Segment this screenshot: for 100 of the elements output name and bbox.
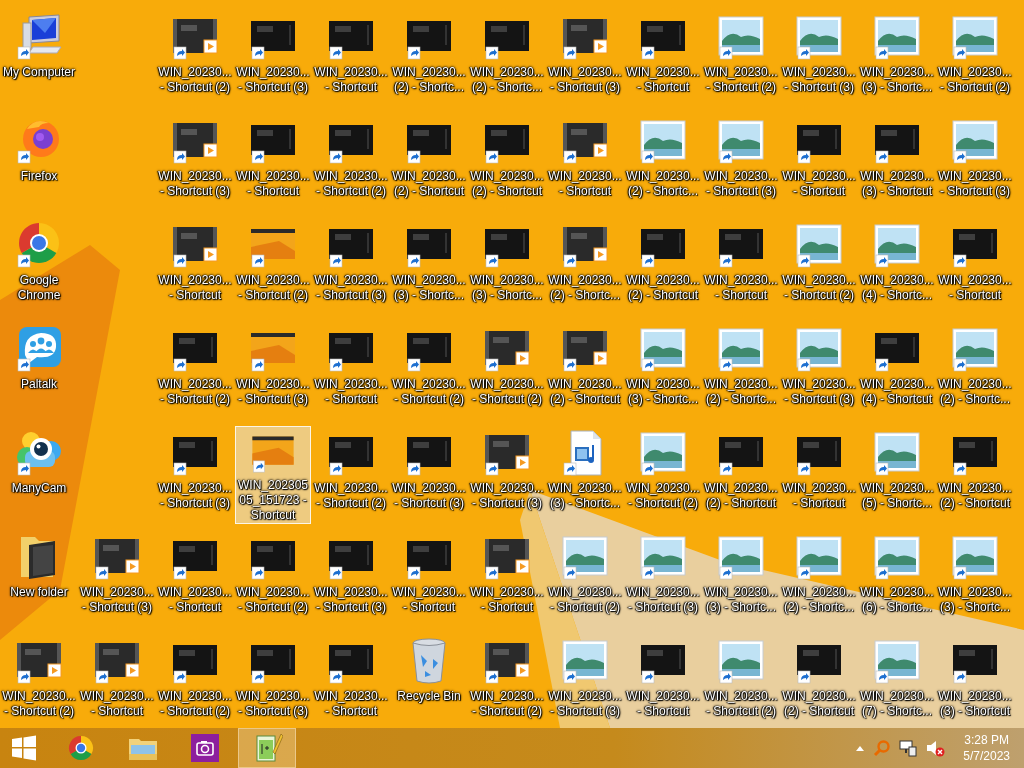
clock-time[interactable]: 3:28 PM [964,732,1009,748]
desktop-item[interactable]: WIN_20230... - Shortcut (2) [157,322,233,420]
desktop-item[interactable]: WIN_20230... (2) - Shortcut [937,426,1013,524]
desktop-item[interactable]: Google Chrome [1,218,77,316]
desktop-item[interactable]: WIN_20230... - Shortcut (3) [313,218,389,316]
desktop-item[interactable]: Firefox [1,114,77,212]
desktop-item[interactable]: WIN_20230... - Shortcut [625,634,701,728]
desktop-item[interactable]: WIN_20230... (2) - Shortcut [625,218,701,316]
desktop-item[interactable]: WIN_20230... - Shortcut [313,322,389,420]
icon-label: WIN_20230... - Shortcut [704,273,778,303]
desktop-item[interactable]: WIN_20230... - Shortcut (3) [235,634,311,728]
desktop-item[interactable]: WIN_20230... - Shortcut (3) [313,530,389,628]
desktop-item[interactable]: WIN_20230... - Shortcut (2) [391,322,467,420]
desktop-item[interactable]: WIN_20230... - Shortcut (3) [79,530,155,628]
desktop-item[interactable]: WIN_20230505_151723 - Shortcut [235,426,311,524]
desktop-item[interactable]: WIN_20230... - Shortcut (3) [703,114,779,212]
desktop-item[interactable]: WIN_20230... - Shortcut [157,530,233,628]
desktop-item[interactable]: WIN_20230... (2) - Shortcut [391,114,467,212]
desktop-item[interactable]: WIN_20230... (2) - Shortc... [781,530,857,628]
desktop-item[interactable]: WIN_20230... - Shortcut (2) [703,634,779,728]
desktop-item[interactable]: WIN_20230... - Shortcut [937,218,1013,316]
desktop-item[interactable]: WIN_20230... - Shortcut [157,218,233,316]
desktop-item[interactable]: WIN_20230... - Shortcut (2) [1,634,77,728]
desktop-item[interactable]: WIN_20230... (3) - Shortc... [859,10,935,108]
desktop-item[interactable]: WIN_20230... - Shortcut (3) [469,426,545,524]
desktop-item[interactable]: WIN_20230... - Shortcut (2) [313,114,389,212]
desktop-item[interactable]: WIN_20230... - Shortcut (3) [625,530,701,628]
desktop-item[interactable]: Recycle Bin [391,634,467,728]
desktop-item[interactable]: WIN_20230... (3) - Shortc... [937,530,1013,628]
desktop-item[interactable]: WIN_20230... - Shortcut [313,10,389,108]
desktop-item[interactable]: WIN_20230... - Shortcut (3) [547,10,623,108]
desktop-item[interactable]: WIN_20230... - Shortcut (3) [157,426,233,524]
desktop-item[interactable]: WIN_20230... - Shortcut (3) [781,322,857,420]
desktop-item[interactable]: WIN_20230... - Shortcut [469,530,545,628]
desktop-item[interactable]: WIN_20230... - Shortcut (2) [313,426,389,524]
desktop-item[interactable]: WIN_20230... (2) - Shortc... [703,322,779,420]
desktop-item[interactable]: WIN_20230... - Shortcut (3) [157,114,233,212]
desktop-item[interactable]: WIN_20230... (4) - Shortc... [859,218,935,316]
desktop-item[interactable]: Paltalk [1,322,77,420]
desktop-item[interactable]: WIN_20230... - Shortcut [313,634,389,728]
desktop-item[interactable]: WIN_20230... (7) - Shortc... [859,634,935,728]
desktop-item[interactable]: ManyCam [1,426,77,524]
icon-label: WIN_20230... - Shortcut (2) [392,377,466,407]
desktop-item[interactable]: WIN_20230... (3) - Shortc... [469,218,545,316]
desktop-item[interactable]: WIN_20230... (3) - Shortcut [937,634,1013,728]
show-hidden-icons-caret-icon[interactable] [855,744,866,752]
desktop-item[interactable]: WIN_20230... - Shortcut (3) [235,10,311,108]
desktop-item[interactable]: WIN_20230... (3) - Shortc... [547,426,623,524]
icon-label: WIN_20230... (2) - Shortc... [782,585,856,615]
desktop-item[interactable]: WIN_20230... (4) - Shortcut [859,322,935,420]
desktop-item[interactable]: WIN_20230... - Shortcut (3) [235,322,311,420]
desktop-item[interactable]: WIN_20230... - Shortcut [235,114,311,212]
desktop-item[interactable]: WIN_20230... (2) - Shortc... [547,218,623,316]
desktop-item[interactable]: WIN_20230... (3) - Shortc... [625,322,701,420]
desktop-item[interactable]: WIN_20230... (2) - Shortcut [703,426,779,524]
desktop-item[interactable]: WIN_20230... (2) - Shortc... [937,322,1013,420]
icon-label: WIN_20230... (2) - Shortc... [626,169,700,199]
desktop-item[interactable]: WIN_20230... - Shortcut [625,10,701,108]
desktop-item[interactable]: WIN_20230... (6) - Shortc... [859,530,935,628]
desktop-item[interactable]: WIN_20230... - Shortcut [703,218,779,316]
icon-label: WIN_20230... - Shortcut [392,585,466,615]
desktop-item[interactable]: WIN_20230... (2) - Shortc... [625,114,701,212]
desktop-item[interactable]: WIN_20230... - Shortcut (2) [157,634,233,728]
icon-label: WIN_20230... - Shortcut (2) [158,689,232,719]
muted-speaker-icon[interactable] [925,739,946,757]
desktop-item[interactable]: WIN_20230... - Shortcut (2) [469,634,545,728]
desktop-item[interactable]: WIN_20230... - Shortcut [79,634,155,728]
desktop-item[interactable]: WIN_20230... - Shortcut [391,530,467,628]
network-icon[interactable] [899,739,918,757]
desktop-item[interactable]: WIN_20230... - Shortcut (2) [937,10,1013,108]
desktop-item[interactable]: WIN_20230... - Shortcut (2) [157,10,233,108]
desktop-item[interactable]: WIN_20230... (5) - Shortc... [859,426,935,524]
desktop-item[interactable]: WIN_20230... - Shortcut (2) [625,426,701,524]
desktop-item[interactable]: WIN_20230... - Shortcut (2) [235,530,311,628]
desktop-item[interactable]: WIN_20230... (2) - Shortcut [781,634,857,728]
taskbar-app-button[interactable] [238,728,296,768]
desktop-item[interactable]: WIN_20230... - Shortcut (2) [703,10,779,108]
desktop-item[interactable]: WIN_20230... - Shortcut (2) [781,218,857,316]
desktop-item[interactable]: WIN_20230... - Shortcut (2) [469,322,545,420]
desktop-item[interactable]: WIN_20230... - Shortcut [547,114,623,212]
desktop-item[interactable]: WIN_20230... (2) - Shortcut [547,322,623,420]
icon-label: WIN_20230... - Shortcut (3) [158,481,232,511]
desktop-item[interactable]: WIN_20230... (2) - Shortcut [469,114,545,212]
desktop-item[interactable]: WIN_20230... - Shortcut (3) [937,114,1013,212]
desktop-item[interactable]: WIN_20230... - Shortcut [781,114,857,212]
desktop-item[interactable]: WIN_20230... (2) - Shortc... [469,10,545,108]
desktop-item[interactable]: WIN_20230... - Shortcut [781,426,857,524]
desktop-item[interactable]: WIN_20230... - Shortcut (2) [547,530,623,628]
icon-label: WIN_20230... (3) - Shortc... [626,377,700,407]
desktop-item[interactable]: My Computer [1,10,77,108]
desktop-item[interactable]: New folder [1,530,77,628]
desktop-item[interactable]: WIN_20230... (3) - Shortc... [391,218,467,316]
desktop-item[interactable]: WIN_20230... (2) - Shortc... [391,10,467,108]
icon-label: WIN_20230... (2) - Shortc... [548,273,622,303]
desktop-item[interactable]: WIN_20230... (3) - Shortc... [703,530,779,628]
desktop-item[interactable]: WIN_20230... - Shortcut (2) [235,218,311,316]
clock-date[interactable]: 5/7/2023 [963,748,1010,764]
desktop-item[interactable]: WIN_20230... - Shortcut (3) [391,426,467,524]
desktop-item[interactable]: WIN_20230... - Shortcut (3) [781,10,857,108]
desktop-item[interactable]: WIN_20230... (3) - Shortcut [859,114,935,212]
